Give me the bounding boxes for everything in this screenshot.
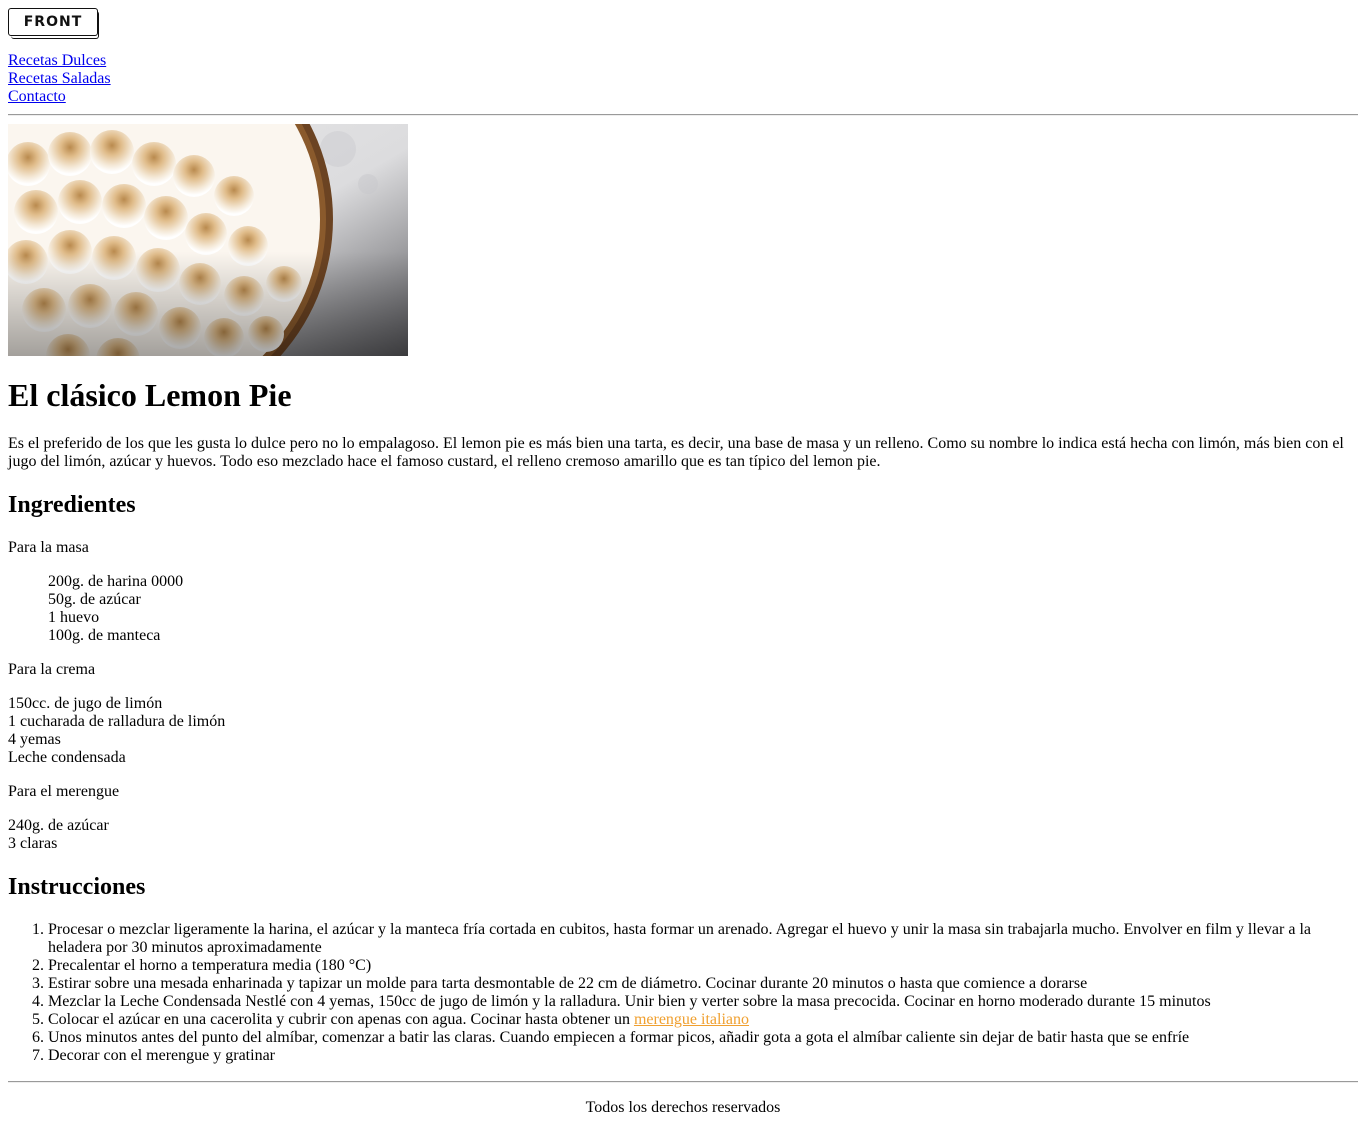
- ingredient-item: Leche condensada: [8, 749, 126, 766]
- ingredient-item: 240g. de azúcar: [8, 817, 109, 834]
- site-header: FRONT Recetas Dulces Recetas Saladas Con…: [8, 8, 1358, 106]
- lemon-pie-image: [8, 124, 408, 356]
- group-title-merengue: Para el merengue: [8, 783, 120, 800]
- logo-text: FRONT: [23, 14, 83, 30]
- ingredient-item: 200g. de harina 0000: [48, 573, 184, 590]
- recipe-title: El clásico Lemon Pie: [8, 377, 292, 413]
- front-logo[interactable]: FRONT: [8, 8, 99, 39]
- instruction-step: Estirar sobre una mesada enharinada y ta…: [48, 975, 1358, 993]
- ingredient-list-masa: 200g. de harina 0000 50g. de azúcar 1 hu…: [8, 573, 1358, 645]
- ingredient-list-crema: 150cc. de jugo de limón 1 cucharada de r…: [8, 695, 1358, 767]
- merengue-italiano-link[interactable]: merengue italiano: [634, 1011, 749, 1028]
- header-divider: [8, 114, 1358, 116]
- instructions-list: Procesar o mezclar ligeramente la harina…: [8, 921, 1358, 1065]
- nav-link-contacto[interactable]: Contacto: [8, 88, 1358, 106]
- group-title-masa: Para la masa: [8, 539, 89, 556]
- instruction-step: Unos minutos antes del punto del almíbar…: [48, 1029, 1358, 1047]
- ingredient-item: 1 cucharada de ralladura de limón: [8, 713, 226, 730]
- instruction-step: Procesar o mezclar ligeramente la harina…: [48, 921, 1358, 957]
- ingredients-heading: Ingredientes: [8, 492, 136, 518]
- ingredient-item: 50g. de azúcar: [48, 591, 141, 608]
- site-footer: Todos los derechos reservados: [585, 1099, 781, 1116]
- group-title-crema: Para la crema: [8, 661, 96, 678]
- footer-divider: [8, 1081, 1358, 1083]
- ingredient-item: 3 claras: [8, 835, 58, 852]
- main-nav: Recetas Dulces Recetas Saladas Contacto: [8, 52, 1358, 106]
- ingredient-list-merengue: 240g. de azúcar 3 claras: [8, 817, 1358, 853]
- ingredient-item: 150cc. de jugo de limón: [8, 695, 163, 712]
- instruction-step: Mezclar la Leche Condensada Nestlé con 4…: [48, 993, 1358, 1011]
- recipe-intro: Es el preferido de los que les gusta lo …: [8, 435, 1344, 470]
- instructions-heading: Instrucciones: [8, 874, 146, 900]
- ingredient-item: 100g. de manteca: [48, 627, 161, 644]
- nav-link-recetas-saladas[interactable]: Recetas Saladas: [8, 70, 1358, 88]
- recipe-article: El clásico Lemon Pie Es el preferido de …: [8, 124, 1358, 1065]
- instruction-step: Colocar el azúcar en una cacerolita y cu…: [48, 1011, 1358, 1029]
- instruction-step: Decorar con el merengue y gratinar: [48, 1047, 1358, 1065]
- page: FRONT Recetas Dulces Recetas Saladas Con…: [0, 0, 1366, 1117]
- instruction-step: Precalentar el horno a temperatura media…: [48, 957, 1358, 975]
- nav-link-recetas-dulces[interactable]: Recetas Dulces: [8, 52, 1358, 70]
- step-text: Colocar el azúcar en una cacerolita y cu…: [48, 1011, 634, 1028]
- ingredient-item: 4 yemas: [8, 731, 61, 748]
- ingredient-item: 1 huevo: [48, 609, 100, 626]
